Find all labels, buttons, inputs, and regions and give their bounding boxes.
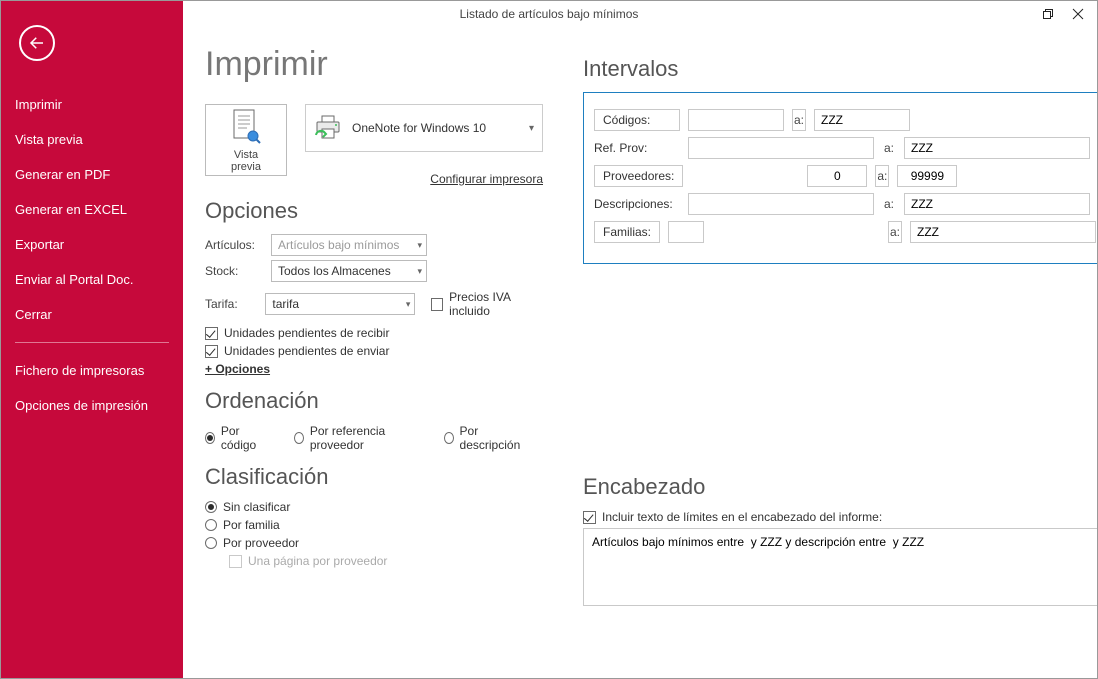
orden-codigo-label: Por código — [221, 424, 266, 452]
pendientes-recibir-checkbox[interactable] — [205, 327, 218, 340]
chevron-down-icon: ▾ — [417, 240, 422, 251]
sidebar-item-fichero-impresoras[interactable]: Fichero de impresoras — [1, 353, 183, 388]
articulos-label: Artículos: — [205, 238, 261, 252]
chevron-down-icon: ▾ — [406, 299, 411, 310]
familias-from-input[interactable] — [668, 221, 704, 243]
iva-checkbox[interactable] — [431, 298, 443, 311]
encabezado-title: Encabezado — [583, 474, 1097, 500]
orden-codigo-radio[interactable]: Por código — [205, 424, 266, 452]
clas-sin-radio[interactable]: Sin clasificar — [205, 500, 290, 514]
preview-button-label: Vista previa — [220, 149, 272, 173]
stock-select-value: Todos los Almacenes — [278, 264, 391, 278]
stock-select[interactable]: Todos los Almacenes ▾ — [271, 260, 427, 282]
familias-to-input[interactable] — [910, 221, 1096, 243]
descripciones-to-input[interactable] — [904, 193, 1090, 215]
clas-familia-label: Por familia — [223, 518, 280, 532]
pendientes-enviar-label: Unidades pendientes de enviar — [224, 344, 389, 358]
clasificacion-title: Clasificación — [205, 464, 543, 490]
sidebar-item-excel[interactable]: Generar en EXCEL — [1, 192, 183, 227]
sidebar-item-pdf[interactable]: Generar en PDF — [1, 157, 183, 192]
ordenacion-title: Ordenación — [205, 388, 543, 414]
preview-button[interactable]: Vista previa — [205, 104, 287, 176]
printer-selector[interactable]: OneNote for Windows 10 ▾ — [305, 104, 543, 152]
pendientes-enviar-checkbox[interactable] — [205, 345, 218, 358]
sidebar-item-imprimir[interactable]: Imprimir — [1, 87, 183, 122]
intervalos-title: Intervalos — [583, 56, 1097, 82]
configure-printer-link[interactable]: Configurar impresora — [430, 172, 543, 186]
clas-familia-radio[interactable]: Por familia — [205, 518, 280, 532]
sidebar-item-cerrar[interactable]: Cerrar — [1, 297, 183, 332]
a-label: a: — [882, 197, 896, 211]
window-close-button[interactable] — [1063, 3, 1093, 25]
codigos-from-input[interactable] — [688, 109, 784, 131]
descripciones-from-input[interactable] — [688, 193, 874, 215]
window-restore-button[interactable] — [1033, 3, 1063, 25]
familias-label: Familias: — [594, 221, 660, 243]
orden-refprov-label: Por referencia proveedor — [310, 424, 416, 452]
articulos-select[interactable]: Artículos bajo mínimos ▾ — [271, 234, 427, 256]
intervalos-panel: Códigos: a: Ref. Prov: a: Proveedores: a… — [583, 92, 1097, 264]
sidebar: Imprimir Vista previa Generar en PDF Gen… — [1, 1, 183, 678]
a-label: a: — [792, 109, 806, 131]
pagina-por-proveedor-checkbox — [229, 555, 242, 568]
stock-label: Stock: — [205, 264, 261, 278]
opciones-title: Opciones — [205, 198, 543, 224]
refprov-from-input[interactable] — [688, 137, 874, 159]
proveedores-from-input[interactable] — [807, 165, 867, 187]
orden-desc-radio[interactable]: Por descripción — [444, 424, 525, 452]
a-label: a: — [882, 141, 896, 155]
tarifa-select-value: tarifa — [272, 297, 299, 311]
clas-sin-label: Sin clasificar — [223, 500, 290, 514]
sidebar-item-vista-previa[interactable]: Vista previa — [1, 122, 183, 157]
chevron-down-icon: ▾ — [417, 266, 422, 277]
sidebar-item-exportar[interactable]: Exportar — [1, 227, 183, 262]
incluir-limites-label: Incluir texto de límites en el encabezad… — [602, 510, 882, 524]
document-preview-icon — [231, 109, 261, 145]
window-title: Listado de artículos bajo mínimos — [460, 7, 639, 21]
orden-refprov-radio[interactable]: Por referencia proveedor — [294, 424, 416, 452]
pagina-por-proveedor-label: Una página por proveedor — [248, 554, 387, 568]
printer-name: OneNote for Windows 10 — [352, 121, 486, 135]
proveedores-to-input[interactable] — [897, 165, 957, 187]
tarifa-label: Tarifa: — [205, 297, 255, 311]
refprov-label: Ref. Prov: — [594, 138, 680, 158]
a-label: a: — [875, 165, 889, 187]
clas-proveedor-radio[interactable]: Por proveedor — [205, 536, 299, 550]
sidebar-item-opciones-impresion[interactable]: Opciones de impresión — [1, 388, 183, 423]
articulos-select-value: Artículos bajo mínimos — [278, 238, 399, 252]
descripciones-label: Descripciones: — [594, 194, 680, 214]
chevron-down-icon: ▾ — [529, 123, 534, 134]
more-options-link[interactable]: + Opciones — [205, 362, 270, 376]
tarifa-select[interactable]: tarifa ▾ — [265, 293, 415, 315]
pendientes-recibir-label: Unidades pendientes de recibir — [224, 326, 389, 340]
codigos-to-input[interactable] — [814, 109, 910, 131]
sidebar-separator — [15, 342, 169, 343]
iva-label: Precios IVA incluido — [449, 290, 543, 318]
back-button[interactable] — [19, 25, 55, 61]
a-label: a: — [888, 221, 902, 243]
encabezado-textarea[interactable] — [583, 528, 1097, 606]
proveedores-label: Proveedores: — [594, 165, 683, 187]
sidebar-item-portal-doc[interactable]: Enviar al Portal Doc. — [1, 262, 183, 297]
incluir-limites-checkbox[interactable] — [583, 511, 596, 524]
orden-desc-label: Por descripción — [460, 424, 525, 452]
codigos-label: Códigos: — [594, 109, 680, 131]
refprov-to-input[interactable] — [904, 137, 1090, 159]
clas-proveedor-label: Por proveedor — [223, 536, 299, 550]
printer-icon — [314, 115, 342, 141]
